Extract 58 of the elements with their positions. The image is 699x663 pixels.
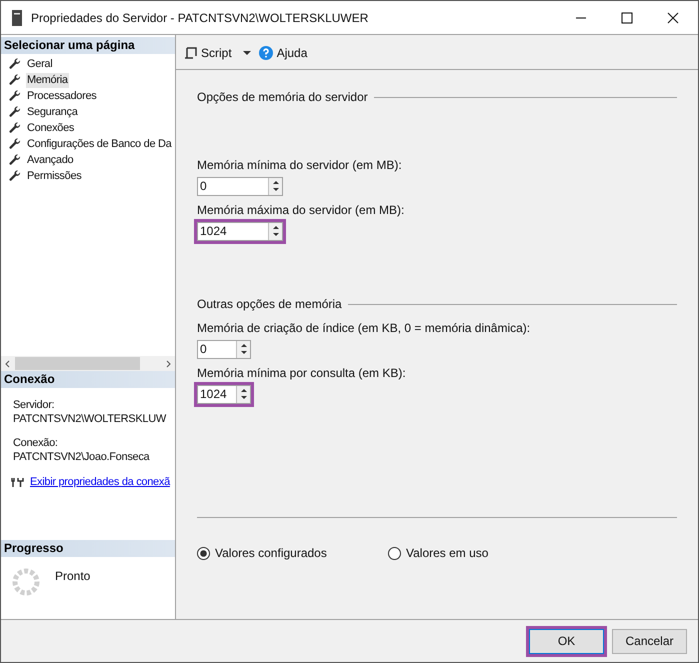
wrench-icon — [9, 170, 21, 182]
wrench-icon — [9, 122, 21, 134]
progress-status: Pronto — [55, 568, 90, 585]
wrench-icon — [9, 138, 21, 150]
server-icon — [12, 10, 22, 26]
field-value: 1024 — [199, 223, 228, 240]
field-label: Memória mínima do servidor (em MB): — [197, 158, 402, 172]
server-label: Servidor: — [13, 398, 56, 412]
page-item[interactable]: Processadores — [26, 88, 98, 104]
radio-option[interactable]: Valores configurados — [197, 544, 388, 562]
number-field[interactable]: 1024 — [194, 382, 254, 407]
field-value: 0 — [199, 178, 208, 195]
number-field[interactable]: 0 — [194, 174, 286, 199]
plug-icon — [11, 476, 24, 488]
spin-buttons[interactable] — [236, 341, 250, 358]
field-value: 0 — [199, 341, 208, 358]
field-label: Memória máxima do servidor (em MB): — [197, 203, 404, 217]
section-header: Conexão — [1, 371, 175, 388]
radio-option[interactable]: Valores em uso — [388, 544, 488, 562]
number-field[interactable]: 0 — [194, 337, 254, 362]
spin-buttons[interactable] — [268, 223, 282, 240]
script-button[interactable]: Script — [184, 44, 232, 62]
horizontal-scrollbar[interactable] — [1, 356, 175, 371]
wrench-icon — [9, 58, 21, 70]
dialog-button[interactable]: Cancelar — [612, 628, 687, 654]
progress-spinner-icon — [11, 567, 41, 597]
wrench-icon — [9, 74, 21, 86]
script-icon — [184, 46, 197, 60]
connection-properties-link[interactable]: Exibir propriedades da conexã — [30, 475, 170, 489]
server-name: PATCNTSVN2\WOLTERSKLUW — [13, 412, 168, 426]
help-icon — [258, 46, 273, 60]
spin-buttons[interactable] — [268, 178, 282, 195]
scroll-thumb[interactable] — [15, 357, 140, 370]
spin-buttons[interactable] — [236, 386, 250, 403]
section-header: Progresso — [1, 540, 175, 557]
window-title: Propriedades do Servidor - PATCNTSVN2\WOLTERSKLUWER — [31, 10, 370, 26]
page-item[interactable]: Conexões — [26, 120, 76, 136]
number-field[interactable]: 1024 — [194, 219, 286, 244]
close-icon[interactable] — [667, 12, 679, 24]
field-label: Memória mínima por consulta (em KB): — [197, 366, 406, 380]
field-value: 1024 — [199, 386, 228, 403]
connection-label: Conexão: — [13, 436, 59, 450]
field-label: Memória de criação de índice (em KB, 0 = memória dinâmica): — [197, 321, 530, 335]
page-item[interactable]: Avançado — [26, 152, 74, 168]
group-title: Outras opções de memória — [197, 296, 342, 313]
wrench-icon — [9, 106, 21, 118]
section-header: Selecionar uma página — [1, 37, 175, 54]
page-item[interactable]: Configurações de Banco de Da — [26, 136, 172, 152]
help-button[interactable]: Ajuda — [258, 44, 308, 62]
page-item[interactable]: Geral — [26, 56, 54, 72]
connection-name: PATCNTSVN2\Joao.Fonseca — [13, 450, 151, 464]
wrench-icon — [9, 154, 21, 166]
page-item[interactable]: Memória — [26, 72, 69, 88]
page-item[interactable]: Segurança — [26, 104, 79, 120]
wrench-icon — [9, 90, 21, 102]
group-title: Opções de memória do servidor — [197, 89, 368, 106]
maximize-icon[interactable] — [621, 12, 633, 24]
page-item[interactable]: Permissões — [26, 168, 82, 184]
